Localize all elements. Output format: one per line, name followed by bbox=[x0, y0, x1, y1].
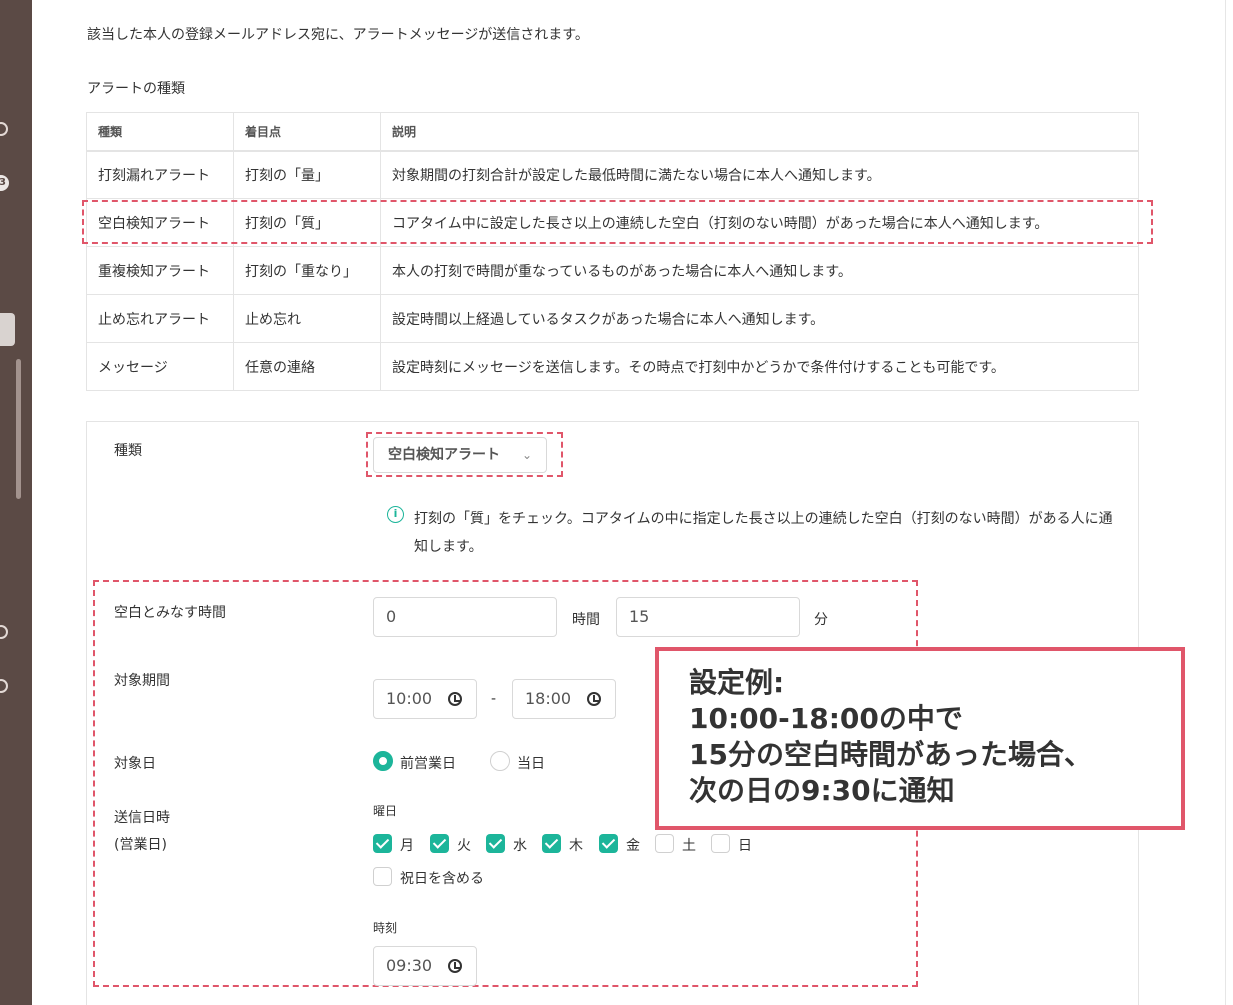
alert-type-description: 打刻の「質」をチェック。コアタイムの中に指定した長さ以上の連続した空白（打刻のな… bbox=[414, 511, 1113, 555]
minutes-unit: 分 bbox=[814, 612, 828, 628]
callout-line: 15分の空白時間があった場合、 bbox=[689, 738, 1092, 771]
table-header-description: 説明 bbox=[380, 112, 1139, 152]
radio-label: 前営業日 bbox=[400, 756, 456, 772]
blank-time-label: 空白とみなす時間 bbox=[114, 605, 226, 621]
table-header-type: 種類 bbox=[86, 112, 234, 152]
clock-icon[interactable] bbox=[448, 692, 462, 706]
sidebar-active-item[interactable] bbox=[0, 313, 15, 346]
table-row: 空白検知アラート 打刻の「質」 コアタイム中に設定した長さ以上の連続した空白（打… bbox=[86, 198, 1139, 247]
table-cell: 対象期間の打刻合計が設定した最低時間に満たない場合に本人へ通知します。 bbox=[380, 150, 1139, 199]
gear-icon[interactable] bbox=[0, 122, 8, 136]
type-label: 種類 bbox=[114, 443, 142, 459]
callout-line: 設定例: bbox=[689, 666, 785, 699]
blank-minutes-input[interactable]: 15 bbox=[616, 597, 800, 637]
checkbox-mon[interactable] bbox=[373, 834, 392, 853]
radio-same-day[interactable] bbox=[490, 751, 510, 771]
checkbox-label: 水 bbox=[513, 838, 527, 854]
checkbox-label: 木 bbox=[569, 838, 583, 854]
table-cell: 止め忘れ bbox=[233, 294, 381, 343]
alert-type-select[interactable]: 空白検知アラート ⌄ bbox=[373, 437, 547, 473]
alert-type-select-value: 空白検知アラート bbox=[388, 447, 500, 463]
radio-previous-business-day[interactable] bbox=[373, 751, 393, 771]
table-row: メッセージ 任意の連絡 設定時刻にメッセージを送信します。その時点で打刻中かどう… bbox=[86, 342, 1139, 391]
checkbox-label: 祝日を含める bbox=[400, 871, 484, 887]
table-cell: 本人の打刻で時間が重なっているものがあった場合に本人へ通知します。 bbox=[380, 246, 1139, 295]
content-border bbox=[1225, 0, 1226, 1005]
gear-icon[interactable] bbox=[0, 625, 8, 639]
checkbox-thu[interactable] bbox=[542, 834, 561, 853]
table-cell: 打刻漏れアラート bbox=[86, 150, 234, 199]
table-cell: 打刻の「重なり」 bbox=[233, 246, 381, 295]
notification-badge-icon[interactable]: 3 bbox=[0, 175, 9, 191]
chevron-down-icon: ⌄ bbox=[521, 448, 532, 462]
hours-unit: 時間 bbox=[572, 612, 600, 628]
table-cell: 重複検知アラート bbox=[86, 246, 234, 295]
section-title: アラートの種類 bbox=[87, 81, 185, 97]
checkbox-label: 金 bbox=[626, 838, 640, 854]
checkbox-sun[interactable] bbox=[711, 834, 730, 853]
checkbox-wed[interactable] bbox=[486, 834, 505, 853]
checkbox-label: 火 bbox=[457, 838, 471, 854]
example-callout: 設定例: 10:00-18:00の中で 15分の空白時間があった場合、 次の日の… bbox=[655, 647, 1185, 830]
table-cell: 打刻の「質」 bbox=[233, 198, 381, 247]
callout-line: 10:00-18:00の中で bbox=[689, 702, 963, 735]
blank-hours-input[interactable]: 0 bbox=[373, 597, 557, 637]
gear-icon[interactable] bbox=[0, 679, 8, 693]
checkbox-fri[interactable] bbox=[599, 834, 618, 853]
table-cell: 設定時間以上経過しているタスクがあった場合に本人へ通知します。 bbox=[380, 294, 1139, 343]
weekday-label: 曜日 bbox=[373, 804, 398, 818]
app-sidebar: 3 bbox=[0, 0, 32, 1005]
table-cell: 空白検知アラート bbox=[86, 198, 234, 247]
info-icon: i bbox=[387, 506, 404, 523]
table-header-focus: 着目点 bbox=[233, 112, 381, 152]
period-label: 対象期間 bbox=[114, 673, 170, 689]
target-day-label: 対象日 bbox=[114, 756, 156, 772]
send-datetime-sublabel: (営業日) bbox=[114, 837, 167, 853]
checkbox-label: 日 bbox=[738, 838, 752, 854]
clock-icon[interactable] bbox=[587, 692, 601, 706]
table-cell: 止め忘れアラート bbox=[86, 294, 234, 343]
table-row: 止め忘れアラート 止め忘れ 設定時間以上経過しているタスクがあった場合に本人へ通… bbox=[86, 294, 1139, 343]
checkbox-label: 月 bbox=[400, 838, 414, 854]
send-datetime-label: 送信日時 bbox=[114, 810, 170, 826]
table-header-row: 種類 着目点 説明 bbox=[86, 112, 1139, 152]
period-separator: - bbox=[491, 691, 497, 707]
checkbox-sat[interactable] bbox=[655, 834, 674, 853]
checkbox-tue[interactable] bbox=[430, 834, 449, 853]
table-cell: コアタイム中に設定した長さ以上の連続した空白（打刻のない時間）があった場合に本人… bbox=[380, 198, 1139, 247]
table-row: 重複検知アラート 打刻の「重なり」 本人の打刻で時間が重なっているものがあった場… bbox=[86, 246, 1139, 295]
radio-label: 当日 bbox=[517, 756, 545, 772]
table-cell: 打刻の「量」 bbox=[233, 150, 381, 199]
checkbox-label: 土 bbox=[682, 838, 696, 854]
callout-line: 次の日の9:30に通知 bbox=[689, 774, 955, 807]
period-start-value: 10:00 bbox=[386, 689, 433, 708]
alert-types-table: 種類 着目点 説明 打刻漏れアラート 打刻の「量」 対象期間の打刻合計が設定した… bbox=[86, 112, 1139, 391]
sidebar-scrollbar[interactable] bbox=[16, 359, 21, 499]
table-cell: 設定時刻にメッセージを送信します。その時点で打刻中かどうかで条件付けすることも可… bbox=[380, 342, 1139, 391]
checkbox-include-holidays[interactable] bbox=[373, 867, 392, 886]
table-cell: 任意の連絡 bbox=[233, 342, 381, 391]
send-time-value: 09:30 bbox=[386, 956, 433, 975]
period-end-value: 18:00 bbox=[525, 689, 572, 708]
clock-icon[interactable] bbox=[448, 959, 462, 973]
time-label: 時刻 bbox=[373, 921, 398, 935]
intro-text: 該当した本人の登録メールアドレス宛に、アラートメッセージが送信されます。 bbox=[87, 27, 589, 43]
table-cell: メッセージ bbox=[86, 342, 234, 391]
table-row: 打刻漏れアラート 打刻の「量」 対象期間の打刻合計が設定した最低時間に満たない場… bbox=[86, 150, 1139, 199]
